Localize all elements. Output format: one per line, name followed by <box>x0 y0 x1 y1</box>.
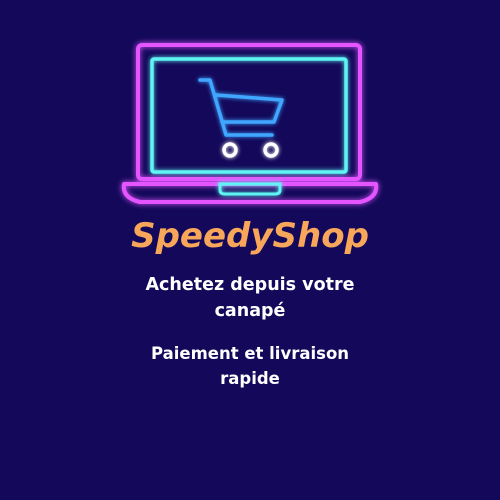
shopping-cart-icon <box>198 78 284 158</box>
tagline-1-line-a: Achetez depuis votre <box>145 275 355 295</box>
tagline-1-line-b: canapé <box>214 301 286 321</box>
laptop-screen <box>150 57 348 196</box>
tagline-shop-from-couch: Achetez depuis votre canapé <box>0 272 500 324</box>
tagline-fast-payment-delivery: Paiement et livraison rapide <box>0 341 500 391</box>
ad-canvas: SpeedyShop Achetez depuis votre canapé P… <box>0 0 500 500</box>
tagline-2-line-a: Paiement et livraison <box>150 344 350 363</box>
brand-name: SpeedyShop <box>131 216 369 256</box>
tagline-2-line-b: rapide <box>220 369 280 388</box>
